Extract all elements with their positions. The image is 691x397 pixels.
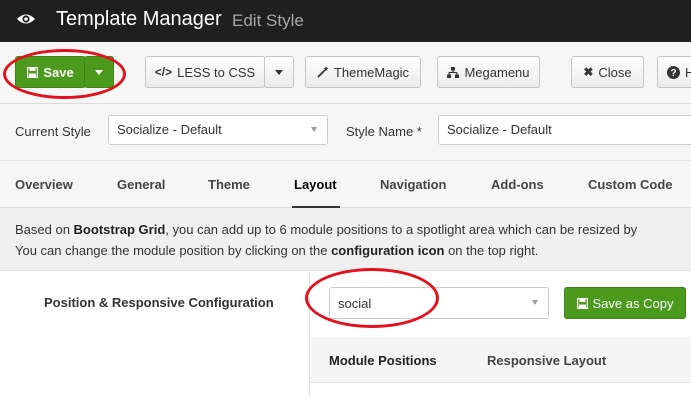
less-options-dropdown[interactable]: [264, 56, 294, 88]
magic-wand-icon: [317, 66, 329, 78]
caret-down-icon: [95, 69, 103, 75]
layout-info: Based on Bootstrap Grid, you can add up …: [0, 208, 691, 271]
close-button[interactable]: ✖ Close: [571, 56, 644, 88]
toolbar: Save </> LESS to CSS ThemeMagic Megamenu…: [0, 42, 691, 104]
style-name-value: Socialize - Default: [447, 122, 552, 137]
sitemap-icon: [447, 66, 460, 78]
style-row: Current Style Socialize - Default Style …: [0, 104, 691, 160]
floppy-disk-icon: [27, 66, 39, 78]
floppy-disk-icon: [576, 297, 588, 309]
megamenu-label: Megamenu: [464, 64, 530, 80]
less-to-css-label: LESS to CSS: [177, 64, 256, 80]
style-name-input[interactable]: Socialize - Default: [438, 115, 691, 145]
thememagic-label: ThemeMagic: [333, 64, 410, 80]
save-as-copy-label: Save as Copy: [592, 295, 674, 311]
tab-navigation[interactable]: Navigation: [380, 177, 446, 192]
less-to-css-button[interactable]: </> LESS to CSS: [145, 56, 265, 88]
current-style-label: Current Style: [15, 124, 91, 139]
tab-module-positions[interactable]: Module Positions: [329, 353, 437, 368]
tab-responsive-layout[interactable]: Responsive Layout: [487, 353, 606, 368]
position-config-label: Position & Responsive Configuration: [44, 295, 274, 310]
close-icon: ✖: [583, 65, 594, 79]
code-icon: </>: [154, 65, 173, 79]
tab-add-ons[interactable]: Add-ons: [491, 177, 544, 192]
close-label: Close: [598, 64, 632, 80]
position-select-value: social: [338, 296, 372, 311]
megamenu-button[interactable]: Megamenu: [437, 56, 540, 88]
tab-general[interactable]: General: [117, 177, 165, 192]
app-header: Template Manager Edit Style: [0, 0, 691, 42]
svg-text:?: ?: [670, 68, 676, 79]
page-title: Template Manager: [56, 8, 222, 30]
style-name-label: Style Name *: [346, 124, 422, 139]
help-label: H: [685, 64, 691, 80]
chevron-down-icon: [311, 127, 317, 132]
tab-bar: Overview General Theme Layout Navigation…: [0, 160, 691, 209]
save-options-dropdown[interactable]: [84, 56, 114, 88]
page-subtitle: Edit Style: [232, 11, 304, 30]
tab-custom-code[interactable]: Custom Code: [588, 177, 673, 192]
tab-overview[interactable]: Overview: [15, 177, 73, 192]
tab-layout[interactable]: Layout: [294, 177, 337, 192]
eye-icon: [17, 14, 35, 24]
help-button[interactable]: ? H: [657, 56, 691, 88]
thememagic-button[interactable]: ThemeMagic: [305, 56, 421, 88]
tab-theme[interactable]: Theme: [208, 177, 250, 192]
chevron-down-icon: [532, 300, 538, 305]
current-style-value: Socialize - Default: [117, 122, 222, 137]
save-button[interactable]: Save: [15, 56, 86, 88]
info-line-2: You can change the module position by cl…: [15, 243, 539, 258]
question-circle-icon: ?: [667, 65, 680, 79]
current-style-select[interactable]: Socialize - Default: [108, 115, 328, 145]
position-select[interactable]: social: [329, 287, 549, 319]
save-button-label: Save: [43, 64, 74, 80]
save-as-copy-button[interactable]: Save as Copy: [564, 287, 686, 319]
info-line-1: Based on Bootstrap Grid, you can add up …: [15, 222, 638, 237]
caret-down-icon: [275, 69, 283, 75]
sub-tab-bar: Module Positions Responsive Layout: [310, 337, 691, 383]
